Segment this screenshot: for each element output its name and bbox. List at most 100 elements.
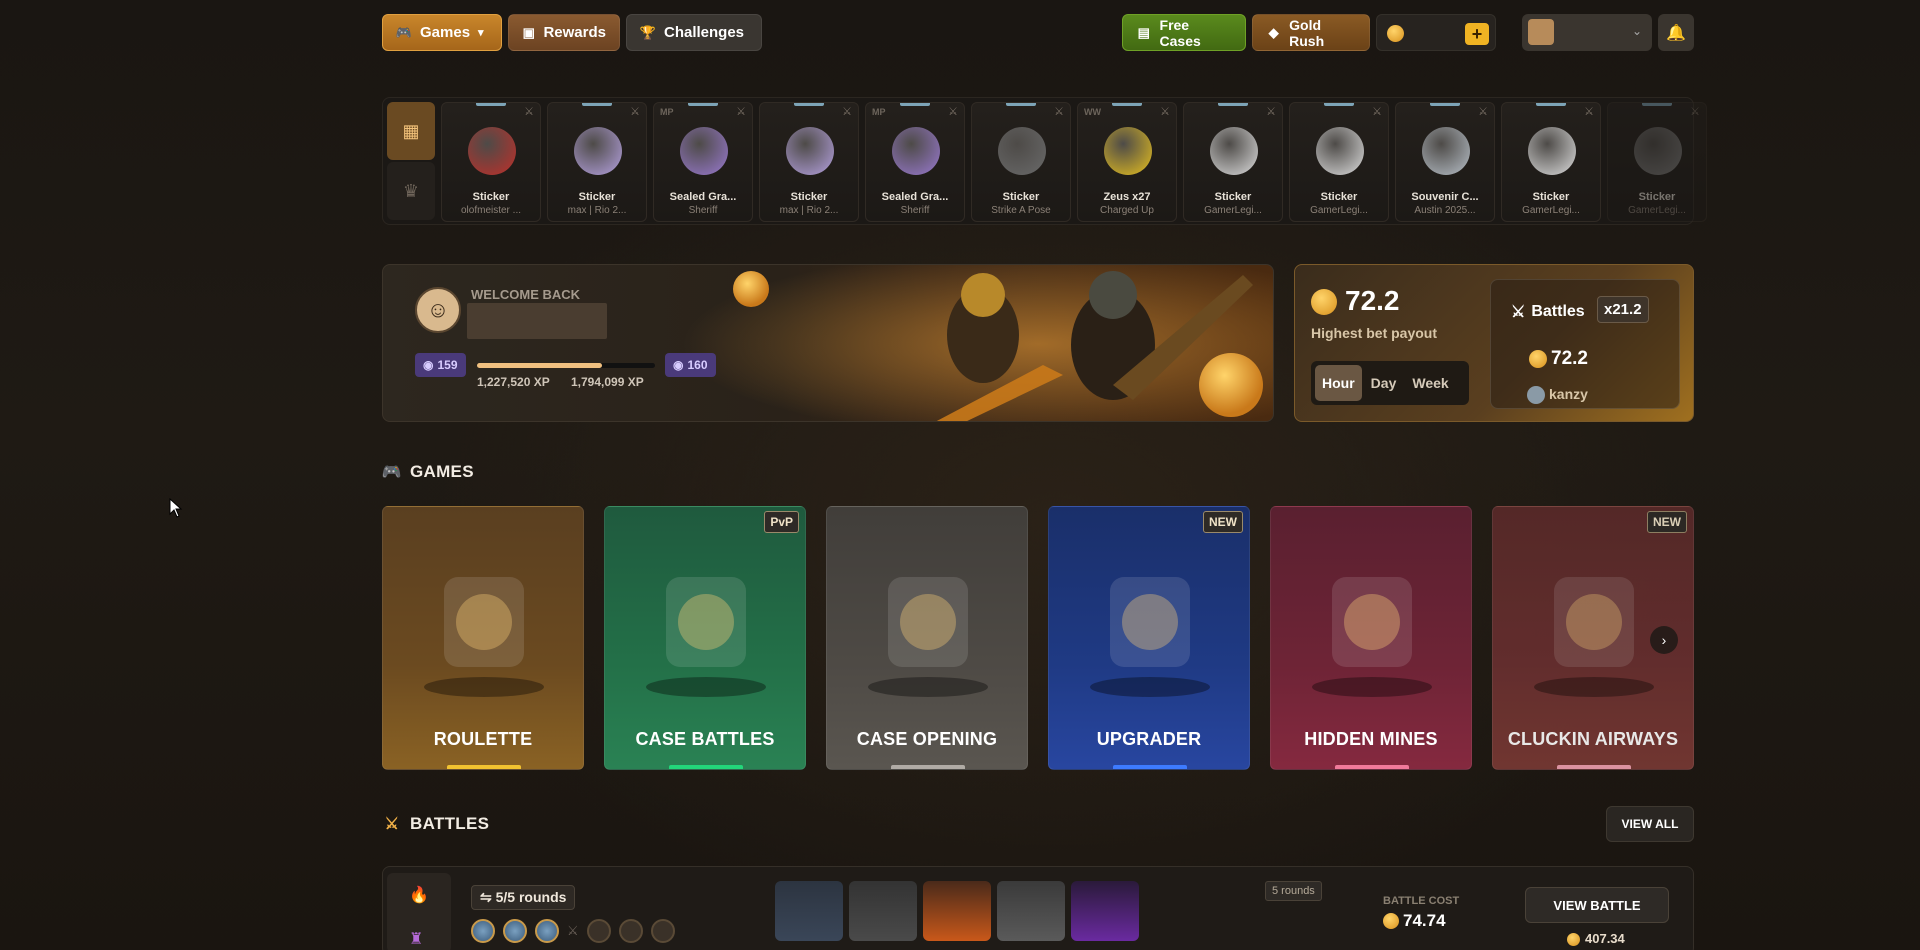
battle-cases [775,881,1139,941]
game-card-hidden-mines[interactable]: HIDDEN MINES [1270,506,1472,770]
view-battle-button[interactable]: VIEW BATTLE [1525,887,1669,923]
arrows-icon: ⇋ [480,889,496,905]
game-name: ROULETTE [433,729,533,749]
coin-icon [1311,289,1337,315]
xp-current: 1,227,520 XP [477,375,550,389]
payout-detail-card[interactable]: ⚔ Battles x21.2 72.2 kanzy [1490,279,1680,409]
swords-icon: ⚔ [736,106,746,118]
gold-rush-button[interactable]: ◆ Gold Rush [1252,14,1370,51]
drop-title: Sticker [1320,191,1358,203]
free-cases-button[interactable]: ▤ Free Cases [1122,14,1246,51]
drop-indicator [1218,103,1248,106]
player-slot [650,919,675,943]
game-artwork [1312,577,1432,697]
games-menu-button[interactable]: 🎮 Games ▾ [382,14,502,51]
item-image [1316,127,1364,175]
coin-icon [1383,913,1399,929]
avatar[interactable]: ☺ [415,287,461,333]
game-artwork [424,577,544,697]
grid-icon[interactable]: ▦ [387,102,435,160]
period-tab-hour[interactable]: Hour [1315,365,1362,401]
item-image [1104,127,1152,175]
games-section-title: GAMES [410,462,474,481]
payout-amount: 72.2 [1345,285,1400,316]
drop-card[interactable]: MP ⚔ Sealed Gra... Sheriff [653,102,753,222]
level-icon: ◉ [423,358,434,372]
drop-card[interactable]: ⚔ Sticker GamerLegi... [1501,102,1601,222]
level-badge-current: ◉ 159 [415,353,466,377]
level-current: 159 [437,358,458,372]
drop-card[interactable]: ⚔ Sticker Strike A Pose [971,102,1071,222]
drop-card[interactable]: ⚔ Sticker max | Rio 2... [547,102,647,222]
game-card-case-battles[interactable]: CASE BATTLES PvP [604,506,806,770]
free-cases-label: Free Cases [1159,16,1201,49]
drop-card[interactable]: ⚔ Sticker max | Rio 2... [759,102,859,222]
case-thumbnail [775,881,843,941]
deposit-button[interactable]: + [1465,23,1489,45]
payout-player: kanzy [1549,386,1588,402]
level-icon: ◉ [673,358,684,372]
swords-icon: ⚔ [567,923,579,938]
crown-icon[interactable]: ♛ [387,162,435,220]
swords-icon: ⚔ [948,106,958,118]
period-tab-day[interactable]: Day [1364,365,1404,401]
games-section-heading: 🎮 GAMES [382,462,474,482]
coin-icon [1529,350,1547,368]
case-thumbnail [1071,881,1139,941]
drop-card[interactable]: ⚔ Sticker GamerLegi... [1289,102,1389,222]
gold-icon: ◆ [1268,24,1279,40]
mode-icon: ♜ [409,931,424,948]
challenges-button[interactable]: 🏆 Challenges [626,14,762,51]
item-image [1422,127,1470,175]
game-card-upgrader[interactable]: UPGRADER NEW [1048,506,1250,770]
balance-display: + [1376,14,1496,51]
swords-icon: ⚔ [630,106,640,118]
battle-row[interactable]: 🔥 ♜ ⇋ 5/5 rounds ⚔ 5 rounds BATTLE COST … [382,866,1694,950]
battle-rounds-text: 5/5 rounds [495,889,567,905]
rewards-button[interactable]: ▣ Rewards [508,14,620,51]
swords-icon: ⚔ [1266,106,1276,118]
drop-title: Sticker [472,191,510,203]
drop-title: Zeus x27 [1103,191,1151,203]
player-slots: ⚔ [471,919,675,943]
drop-card[interactable]: ⚔ Sticker GamerLegi... [1183,102,1283,222]
drop-title: Sticker [1002,191,1040,203]
drop-indicator [794,103,824,106]
item-image [998,127,1046,175]
trophy-icon: 🏆 [639,24,657,40]
drop-card[interactable]: ⚔ Sticker GamerLegi... [1607,102,1707,222]
drop-subtitle: olofmeister ... [460,205,522,216]
drop-indicator [1642,103,1672,106]
gamepad-icon: 🎮 [395,24,413,40]
game-accent-bar [447,765,521,769]
welcome-heading: WELCOME BACK [471,287,581,302]
drop-title: Sticker [1214,191,1252,203]
drop-card[interactable]: ⚔ Souvenir C... Austin 2025... [1395,102,1495,222]
drop-card[interactable]: WW ⚔ Zeus x27 Charged Up [1077,102,1177,222]
view-all-battles-button[interactable]: VIEW ALL [1606,806,1694,842]
game-name: HIDDEN MINES [1304,729,1438,749]
chevron-down-icon: ▾ [478,27,484,39]
game-badge: PvP [764,511,799,533]
chevron-down-icon: ⌄ [1631,24,1642,38]
drop-card[interactable]: ⚔ Sticker olofmeister ... [441,102,541,222]
game-card-case-opening[interactable]: CASE OPENING [826,506,1028,770]
drop-title: Sealed Gra... [881,191,949,203]
item-image [680,127,728,175]
user-menu[interactable]: ⌄ [1522,14,1652,51]
payout-label: Highest bet payout [1311,325,1438,341]
bell-icon[interactable]: 🔔 [1658,14,1694,51]
game-accent-bar [1335,765,1409,769]
game-card-roulette[interactable]: ROULETTE [382,506,584,770]
chevron-right-icon[interactable]: › [1650,626,1678,654]
period-tab-week[interactable]: Week [1405,365,1455,401]
challenges-label: Challenges [664,24,745,41]
drop-rarity-tag: WW [1084,107,1101,117]
game-accent-bar [1113,765,1187,769]
battle-winnings: 407.34 [1585,931,1625,946]
drop-indicator [688,103,718,106]
drop-subtitle: Sheriff [900,205,930,216]
drop-card[interactable]: MP ⚔ Sealed Gra... Sheriff [865,102,965,222]
rounds-tag: 5 rounds [1265,881,1322,901]
swords-icon: ⚔ [1511,304,1526,321]
